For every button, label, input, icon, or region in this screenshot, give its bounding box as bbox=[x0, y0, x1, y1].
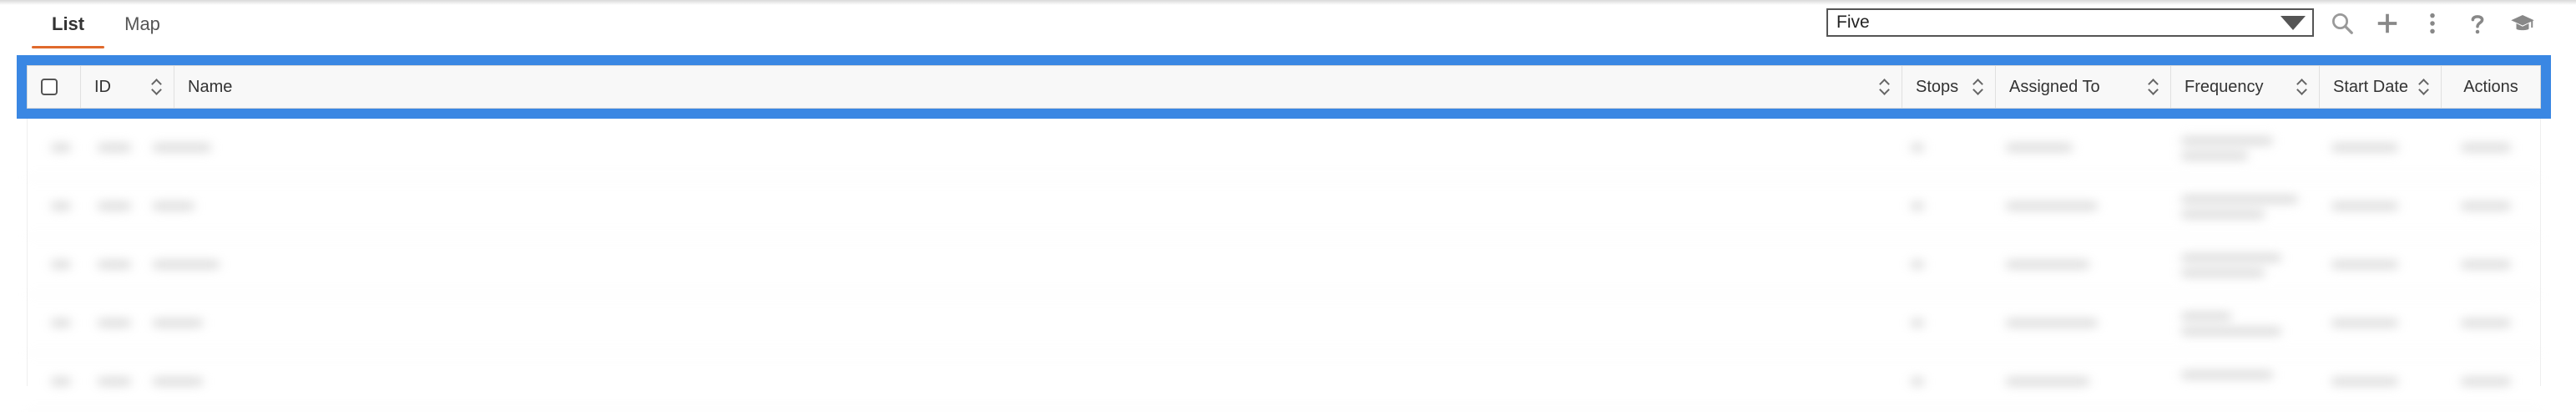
view-tabs: List Map bbox=[32, 0, 180, 48]
column-header-stops[interactable]: Stops bbox=[1902, 66, 1996, 108]
select-all-checkbox-cell bbox=[28, 66, 81, 108]
column-header-frequency[interactable]: Frequency bbox=[2171, 66, 2320, 108]
column-header-start-date[interactable]: Start Date bbox=[2320, 66, 2442, 108]
table-row[interactable] bbox=[28, 294, 2540, 354]
table-body bbox=[27, 119, 2541, 412]
help-icon[interactable] bbox=[2461, 7, 2494, 40]
sort-icon bbox=[2297, 78, 2309, 96]
column-header-assigned-to[interactable]: Assigned To bbox=[1996, 66, 2171, 108]
sort-icon bbox=[2419, 78, 2431, 96]
search-icon[interactable] bbox=[2326, 7, 2359, 40]
table-row[interactable] bbox=[28, 236, 2540, 295]
sort-icon bbox=[1880, 78, 1892, 96]
select-all-checkbox[interactable] bbox=[41, 79, 58, 95]
plus-icon[interactable] bbox=[2371, 7, 2404, 40]
table-header: ID Name Stops Assigned To Frequency Star… bbox=[27, 65, 2541, 109]
table-row[interactable] bbox=[28, 119, 2540, 178]
filter-select-value: Five bbox=[1836, 13, 1870, 32]
sort-icon bbox=[152, 78, 164, 96]
sort-icon bbox=[1973, 78, 1985, 96]
tab-map[interactable]: Map bbox=[104, 13, 180, 48]
table-row[interactable] bbox=[28, 353, 2540, 412]
column-header-id[interactable]: ID bbox=[81, 66, 174, 108]
chevron-down-icon bbox=[2281, 15, 2306, 30]
sort-icon bbox=[2149, 78, 2160, 96]
column-header-name[interactable]: Name bbox=[174, 66, 1902, 108]
more-vertical-icon[interactable] bbox=[2416, 7, 2449, 40]
top-shadow bbox=[0, 0, 2576, 5]
graduation-cap-icon[interactable] bbox=[2506, 7, 2539, 40]
column-header-actions: Actions bbox=[2463, 77, 2518, 96]
filter-select[interactable]: Five bbox=[1826, 8, 2314, 37]
table-row[interactable] bbox=[28, 177, 2540, 237]
tab-list[interactable]: List bbox=[32, 13, 105, 48]
